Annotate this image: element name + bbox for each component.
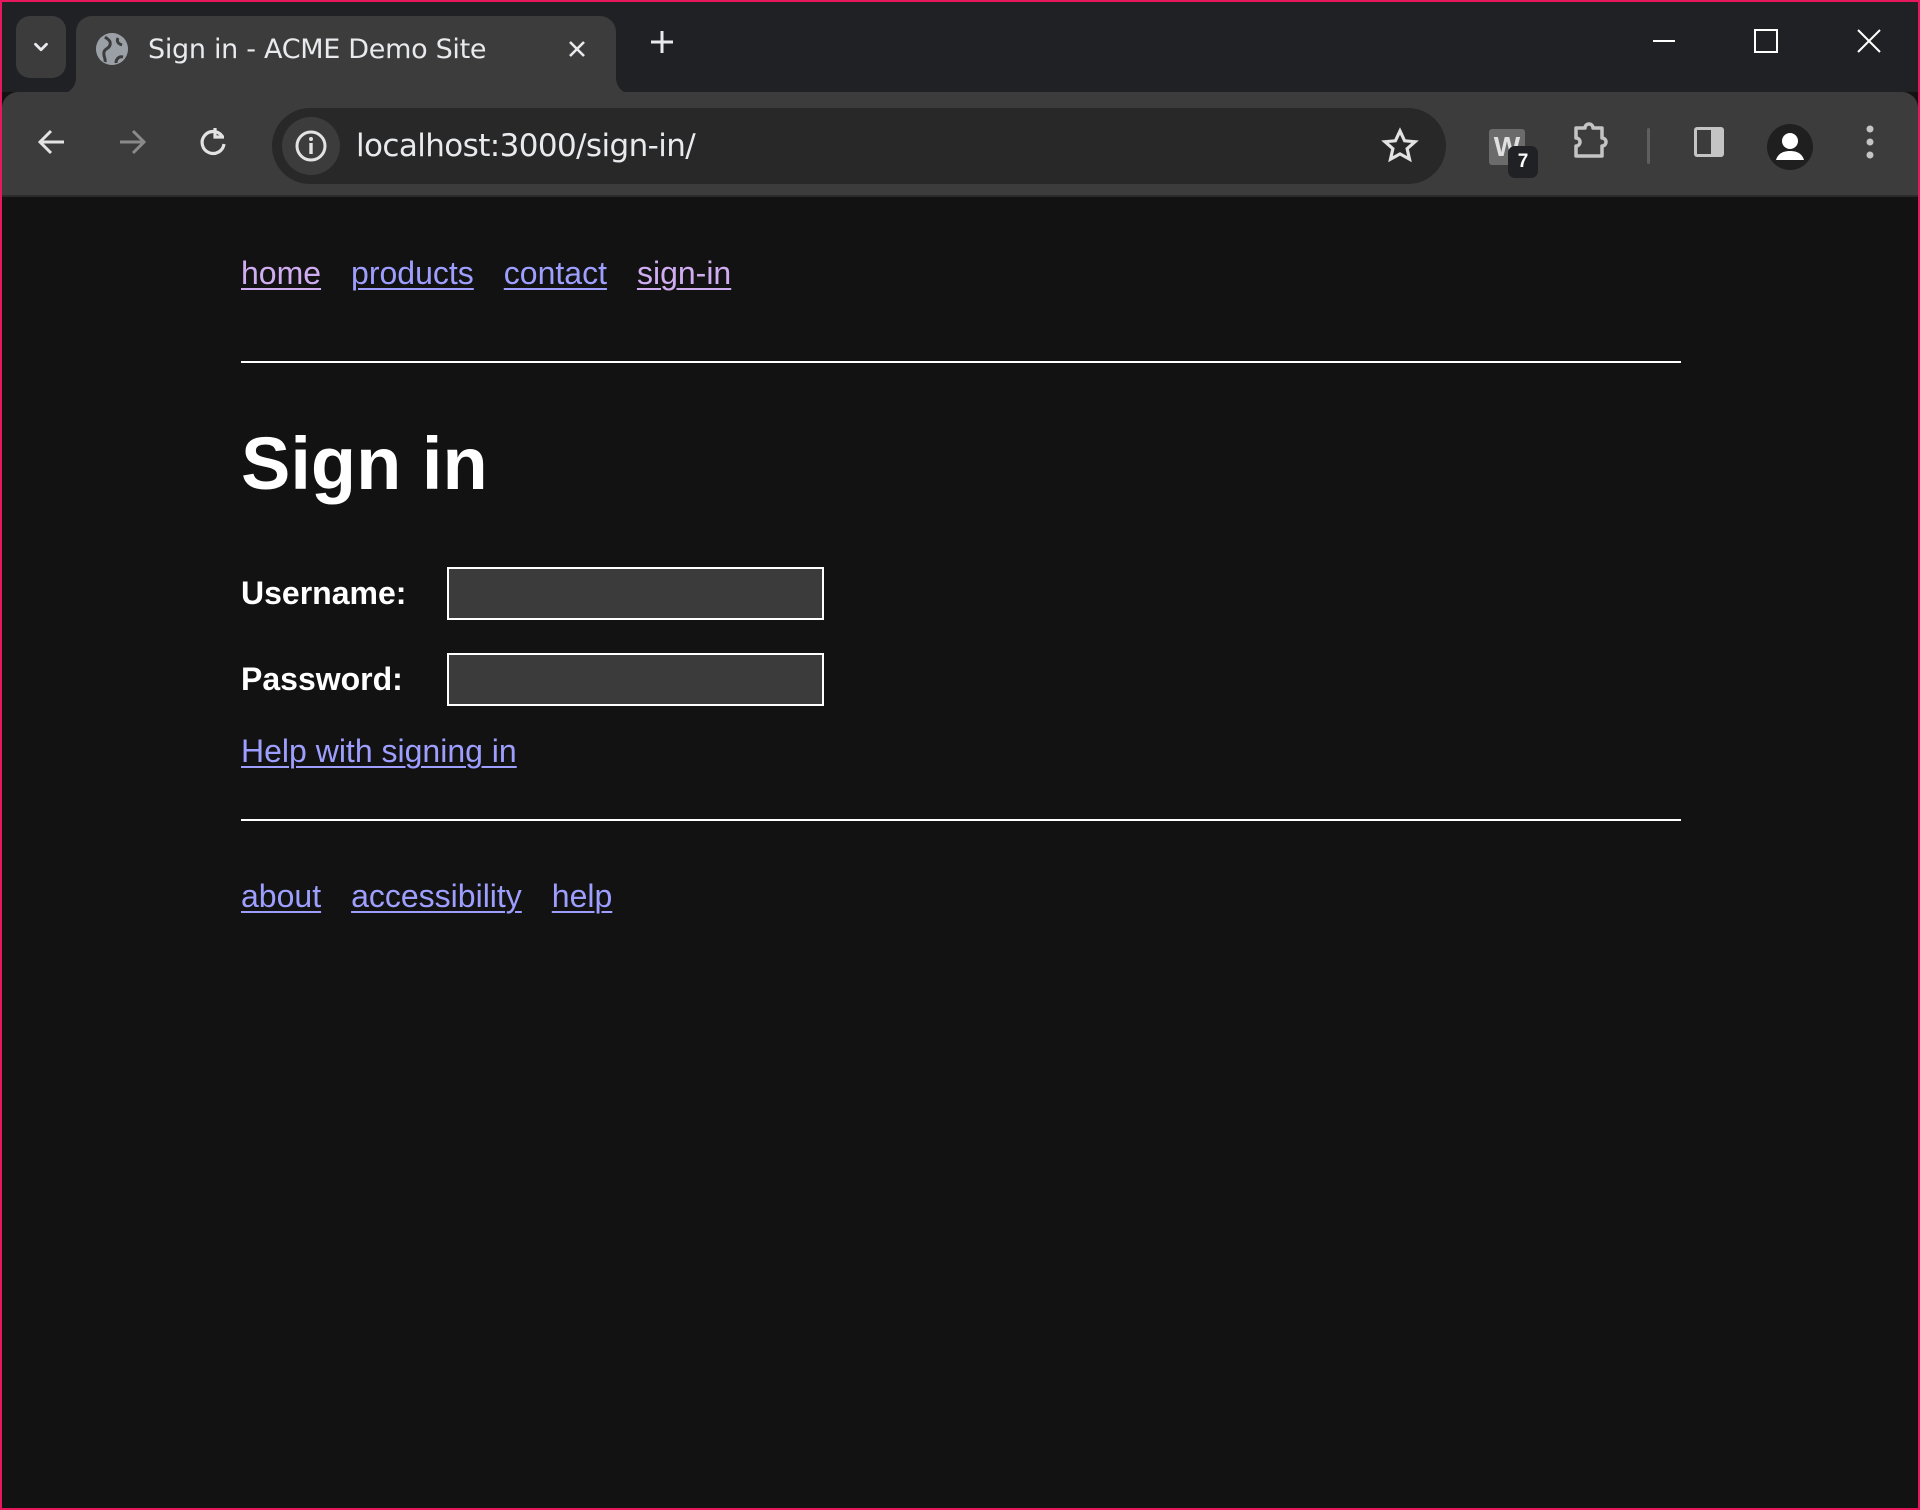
tab-close-button[interactable] bbox=[562, 34, 592, 64]
tab-strip: Sign in - ACME Demo Site bbox=[2, 2, 1918, 94]
extension-badge: 7 bbox=[1508, 146, 1538, 178]
close-icon bbox=[1857, 29, 1881, 53]
header-divider bbox=[241, 361, 1681, 363]
nav-link-home[interactable]: home bbox=[241, 255, 321, 291]
page-title: Sign in bbox=[241, 422, 488, 505]
address-bar[interactable]: localhost:3000/sign-in/ bbox=[272, 108, 1446, 184]
tab-search-button[interactable] bbox=[16, 16, 66, 78]
username-input[interactable] bbox=[447, 567, 824, 620]
maximize-icon bbox=[1754, 29, 1778, 53]
page-viewport: home products contact sign-in Sign in Usern… bbox=[2, 197, 1918, 1508]
tab-title: Sign in - ACME Demo Site bbox=[148, 33, 487, 65]
side-panel-button[interactable] bbox=[1679, 112, 1739, 172]
toolbar: localhost:3000/sign-in/ W 7 bbox=[2, 92, 1918, 197]
back-arrow-icon bbox=[37, 129, 64, 155]
chevron-down-icon bbox=[34, 42, 48, 52]
help-signing-in-link[interactable]: Help with signing in bbox=[241, 733, 517, 770]
footer-link-help[interactable]: help bbox=[552, 878, 613, 914]
toolbar-separator bbox=[1647, 128, 1650, 164]
maximize-button[interactable] bbox=[1736, 18, 1796, 64]
puzzle-icon bbox=[1574, 122, 1608, 158]
browser-window: Sign in - ACME Demo Site localhost:3000/… bbox=[2, 2, 1918, 1508]
username-label: Username: bbox=[241, 575, 407, 611]
footer-divider bbox=[241, 819, 1681, 821]
nav-link-sign-in[interactable]: sign-in bbox=[637, 255, 731, 291]
minimize-icon bbox=[1653, 40, 1675, 42]
tab-active[interactable]: Sign in - ACME Demo Site bbox=[76, 16, 616, 94]
reload-icon bbox=[200, 128, 226, 156]
footer-link-about[interactable]: about bbox=[241, 878, 321, 914]
new-tab-button[interactable] bbox=[642, 22, 682, 62]
footer-nav: about accessibility help bbox=[241, 878, 642, 915]
plus-icon bbox=[651, 31, 673, 53]
back-button[interactable] bbox=[22, 112, 82, 172]
menu-button[interactable] bbox=[1840, 112, 1900, 172]
site-info-button[interactable] bbox=[282, 117, 340, 175]
minimize-button[interactable] bbox=[1634, 18, 1694, 64]
top-nav: home products contact sign-in bbox=[241, 255, 761, 292]
nav-link-contact[interactable]: contact bbox=[504, 255, 607, 291]
kebab-menu-icon bbox=[1866, 125, 1874, 159]
globe-icon bbox=[96, 33, 128, 65]
star-icon bbox=[1381, 127, 1419, 163]
profile-button[interactable] bbox=[1767, 124, 1813, 170]
extensions-button[interactable] bbox=[1560, 112, 1620, 172]
forward-arrow-icon bbox=[120, 129, 147, 155]
reload-button[interactable] bbox=[183, 112, 243, 172]
close-window-button[interactable] bbox=[1839, 18, 1899, 64]
bookmark-button[interactable] bbox=[1376, 122, 1424, 170]
profile-icon bbox=[1776, 133, 1804, 160]
info-icon bbox=[295, 130, 327, 162]
side-panel-icon bbox=[1694, 127, 1724, 157]
nav-link-products[interactable]: products bbox=[351, 255, 474, 291]
forward-button[interactable] bbox=[102, 112, 162, 172]
password-input[interactable] bbox=[447, 653, 824, 706]
footer-link-accessibility[interactable]: accessibility bbox=[351, 878, 522, 914]
url-text[interactable]: localhost:3000/sign-in/ bbox=[356, 108, 696, 184]
password-label: Password: bbox=[241, 661, 403, 697]
close-icon bbox=[569, 41, 585, 57]
password-row: Password: bbox=[241, 653, 824, 706]
username-row: Username: bbox=[241, 567, 824, 620]
